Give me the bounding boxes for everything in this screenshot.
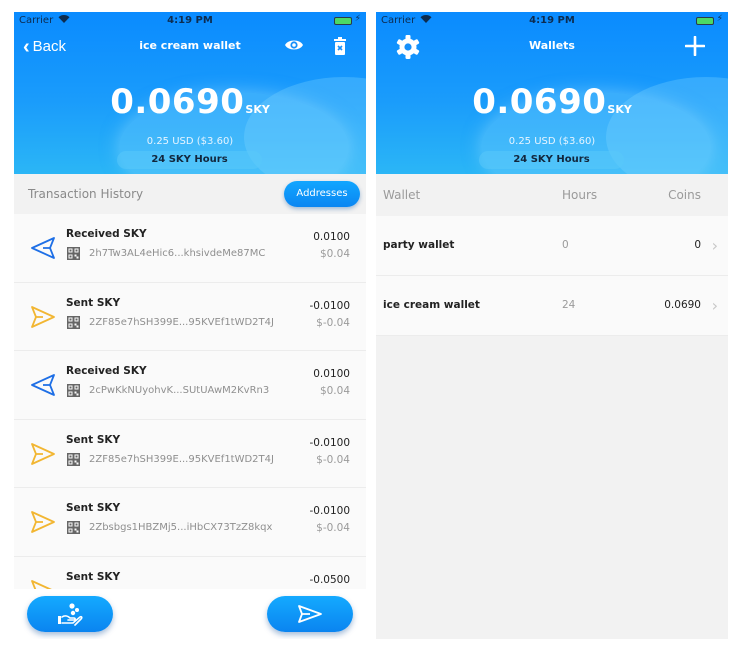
transaction-amount: -0.0100 <box>309 299 350 312</box>
balance-amount: 0.0690SKY <box>14 82 366 122</box>
sent-arrow-icon <box>31 305 55 328</box>
battery-icon <box>696 17 714 25</box>
qr-code-icon <box>67 452 80 466</box>
wallet-hours: 24 <box>562 299 576 311</box>
wallet-row[interactable]: party wallet 0 0 › <box>376 216 728 276</box>
wallet-coins: 0.0690 <box>664 299 701 311</box>
transaction-address: 2ZF85e7hSH399E...95KVEf1tWD2T4J <box>89 316 274 328</box>
transaction-fiat: $-0.04 <box>316 453 350 466</box>
wallet-coins: 0 <box>694 239 701 251</box>
receive-button[interactable] <box>27 596 113 632</box>
transaction-type: Sent SKY <box>66 433 121 446</box>
transaction-row[interactable]: Received SKY 2h7Tw3AL4eHic6...khsivdeMe87… <box>14 214 366 283</box>
transaction-address: 2Zbsbgs1HBZMj5...iHbCX73TzZ8kqx <box>89 522 273 533</box>
received-arrow-icon <box>31 374 55 396</box>
status-bar: Carrier 4:19 PM ⚡ <box>376 12 728 30</box>
wallets-screen: Carrier 4:19 PM ⚡ Wallets 0.0690SKY 0.25… <box>376 12 728 639</box>
charging-icon: ⚡ <box>716 14 723 24</box>
transaction-address: 2ZF85e7hSH399E...95KVEf1tWD2T4J <box>89 453 274 465</box>
clock: 4:19 PM <box>529 15 575 26</box>
transaction-row[interactable]: Sent SKY 2Zbsbgs1HBZMj5...iHbCX73TzZ8kqx -… <box>14 488 366 557</box>
transaction-type: Received SKY <box>66 365 147 377</box>
transaction-fiat: $0.04 <box>319 248 350 260</box>
balance-unit: SKY <box>607 103 632 116</box>
clock: 4:19 PM <box>167 15 213 26</box>
transaction-fiat: $-0.04 <box>316 316 350 329</box>
balance-value: 0.0690 <box>472 82 607 122</box>
trash-icon[interactable] <box>333 37 347 55</box>
transaction-row[interactable]: Sent SKY 2ZF85e7hSH399E...95KVEf1tWD2T4J -… <box>14 419 366 488</box>
received-arrow-icon <box>31 237 55 259</box>
balance-unit: SKY <box>245 103 270 116</box>
transaction-history-header: Transaction History Addresses <box>14 174 366 214</box>
send-icon <box>298 605 322 623</box>
column-header-hours: Hours <box>562 188 598 202</box>
wallet-hours: 0 <box>562 239 569 251</box>
wallet-detail-screen: Carrier 4:19 PM ⚡ ‹ Back ice cream wallet <box>14 12 366 639</box>
transaction-address: 2h7Tw3AL4eHic6...khsivdeMe87MC <box>89 248 266 259</box>
column-header-wallet: Wallet <box>383 188 421 202</box>
status-bar: Carrier 4:19 PM ⚡ <box>14 12 366 30</box>
qr-code-icon <box>67 384 80 397</box>
transaction-row[interactable]: Sent SKY 2ZF85e7hSH399E...95KVEf1tWD2T4J -… <box>14 282 366 351</box>
transaction-amount: -0.0100 <box>309 505 350 517</box>
transaction-list: Received SKY 2h7Tw3AL4eHic6...khsivdeMe87… <box>14 214 366 625</box>
action-bar <box>14 589 366 639</box>
balance-value: 0.0690 <box>110 82 245 122</box>
transaction-amount: 0.0100 <box>313 231 350 243</box>
receive-hand-icon <box>58 603 83 626</box>
wallet-list: party wallet 0 0 › ice cream wallet 24 0.0690 › <box>376 216 728 336</box>
column-header-coins: Coins <box>668 188 701 202</box>
transaction-amount: 0.0100 <box>313 368 350 380</box>
sky-hours-badge: 24 SKY Hours <box>479 151 624 169</box>
eye-icon[interactable] <box>284 37 304 53</box>
transaction-type: Sent SKY <box>66 502 121 514</box>
wallet-row[interactable]: ice cream wallet 24 0.0690 › <box>376 276 728 336</box>
chevron-right-icon: › <box>711 236 718 255</box>
sent-arrow-icon <box>31 511 55 533</box>
wallet-table-header: Wallet Hours Coins <box>376 174 728 216</box>
transaction-fiat: $-0.04 <box>316 522 350 534</box>
transaction-amount: -0.0100 <box>309 436 350 449</box>
balance-header: Carrier 4:19 PM ⚡ ‹ Back ice cream wallet <box>14 12 366 174</box>
addresses-button[interactable]: Addresses <box>284 181 360 207</box>
transaction-row[interactable]: Received SKY 2cPwKkNUyohvK...SUtUAwM2KvRn… <box>14 351 366 420</box>
wallet-name: party wallet <box>383 239 455 251</box>
balance-header: Carrier 4:19 PM ⚡ Wallets 0.0690SKY 0.25… <box>376 12 728 174</box>
transaction-type: Sent SKY <box>66 570 121 583</box>
transaction-type: Sent SKY <box>66 296 121 309</box>
charging-icon: ⚡ <box>354 14 361 24</box>
qr-code-icon <box>67 247 80 260</box>
balance-amount: 0.0690SKY <box>376 82 728 122</box>
nav-bar: ‹ Back ice cream wallet <box>14 32 366 62</box>
sky-hours-badge: 24 SKY Hours <box>117 151 262 169</box>
transaction-amount: -0.0500 <box>309 573 350 586</box>
transaction-type: Received SKY <box>66 228 147 240</box>
send-button[interactable] <box>267 596 353 632</box>
section-title: Transaction History <box>28 187 144 201</box>
page-title: ice cream wallet <box>139 39 241 52</box>
usd-value: 0.25 USD ($3.60) <box>146 136 234 147</box>
chevron-right-icon: › <box>711 296 718 315</box>
plus-icon[interactable] <box>685 36 705 56</box>
sent-arrow-icon <box>31 442 55 465</box>
transaction-address: 2cPwKkNUyohvK...SUtUAwM2KvRn3 <box>89 385 270 396</box>
qr-code-icon <box>67 315 80 329</box>
wallet-name: ice cream wallet <box>383 299 480 311</box>
battery-icon <box>334 17 352 25</box>
page-title: Wallets <box>529 39 575 52</box>
nav-bar: Wallets <box>376 32 728 62</box>
qr-code-icon <box>67 521 80 534</box>
transaction-fiat: $0.04 <box>319 385 350 397</box>
usd-value: 0.25 USD ($3.60) <box>508 136 596 147</box>
